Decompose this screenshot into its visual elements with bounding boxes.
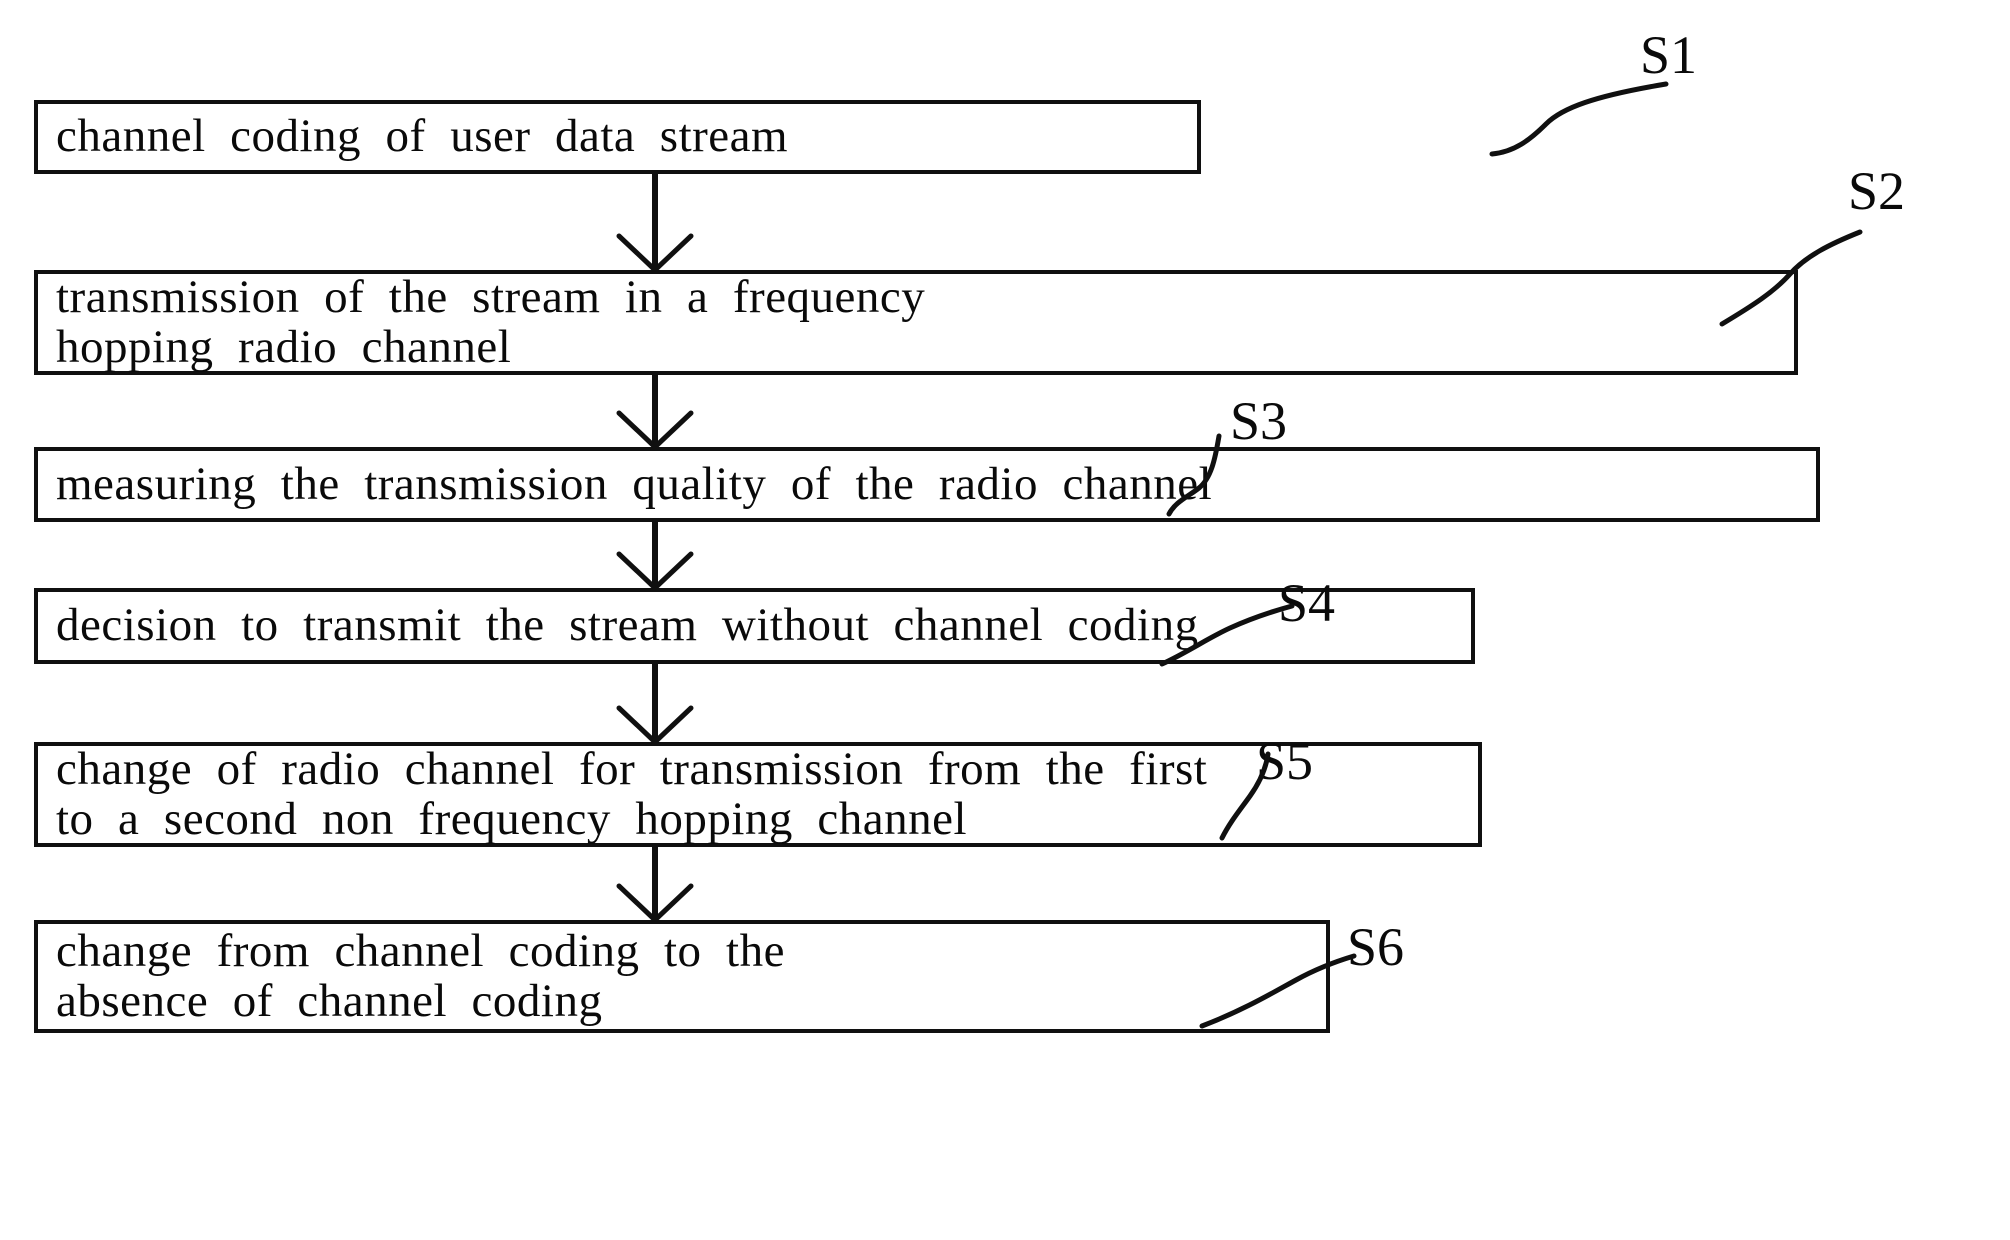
step-text-s2-line-1: transmission of the stream in a frequenc… — [56, 271, 926, 324]
flow-arrow-s2-to-s3 — [609, 375, 701, 450]
step-text-s6-line-1: change from channel coding to the — [56, 925, 785, 978]
step-text-s6-line-2: absence of channel coding — [56, 974, 603, 1027]
step-text-s3-line-1: measuring the transmission quality of th… — [56, 457, 1213, 510]
leader-line-s1 — [1489, 48, 1700, 158]
process-step-box-s1: channel coding of user data stream — [34, 100, 1201, 174]
flow-arrow-s5-to-s6 — [609, 847, 701, 923]
leader-line-s6 — [1199, 950, 1360, 1030]
step-text-s1-line-1: channel coding of user data stream — [56, 110, 789, 163]
patent-flowchart-figure: channel coding of user data stream S1 tr… — [0, 0, 2010, 1240]
leader-line-s2 — [1718, 190, 1888, 330]
process-step-box-s2: transmission of the stream in a frequenc… — [34, 270, 1798, 375]
process-step-box-s6: change from channel coding to the absenc… — [34, 920, 1330, 1033]
step-text-s2-line-2: hopping radio channel — [56, 320, 512, 373]
leader-line-s4 — [1159, 600, 1300, 670]
leader-line-s5 — [1216, 751, 1286, 842]
process-step-box-s3: measuring the transmission quality of th… — [34, 447, 1820, 522]
flow-arrow-s4-to-s5 — [609, 664, 701, 745]
leader-line-s3 — [1165, 430, 1255, 520]
flow-arrow-s1-to-s2 — [609, 174, 701, 273]
flow-arrow-s3-to-s4 — [609, 522, 701, 591]
